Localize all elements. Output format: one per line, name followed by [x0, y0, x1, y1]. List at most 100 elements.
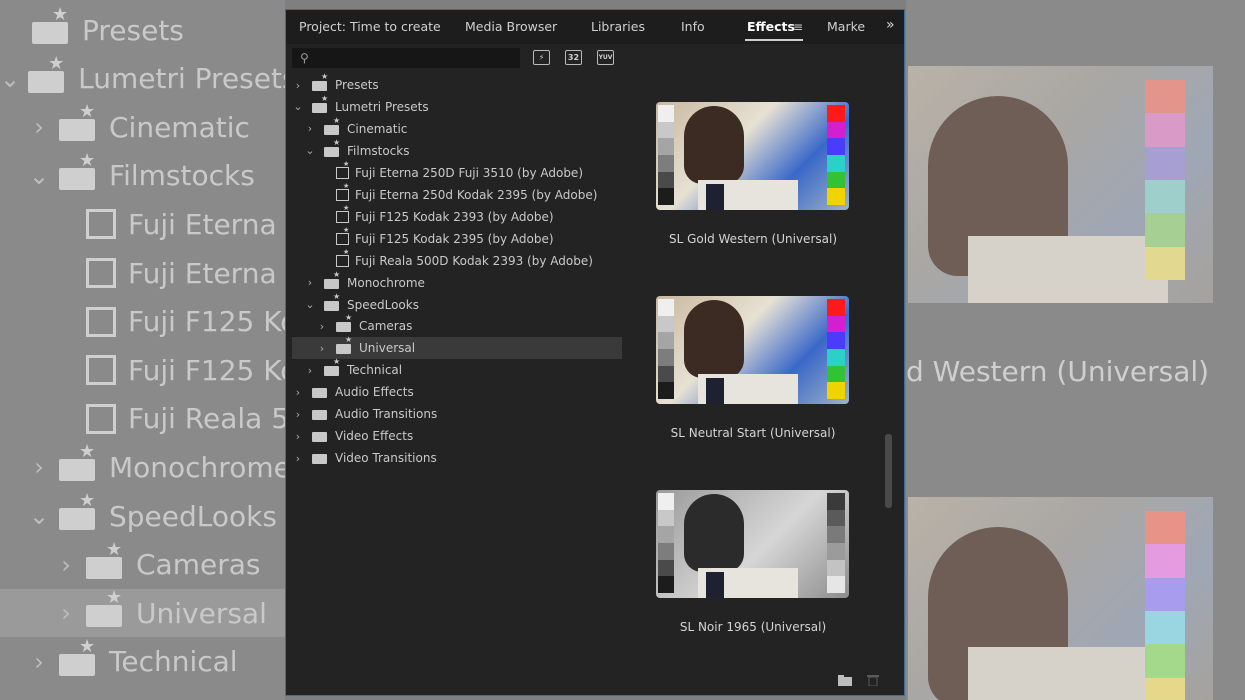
- tree-item[interactable]: › Technical: [292, 357, 622, 381]
- color-chart: [827, 493, 845, 594]
- chevron-down-icon[interactable]: ⌄: [304, 144, 316, 157]
- chevron-right-icon: ›: [61, 599, 71, 628]
- folder-icon: [86, 539, 124, 579]
- tab-libraries[interactable]: Libraries: [591, 19, 645, 34]
- tab-effects[interactable]: Effects: [747, 19, 795, 34]
- tree-item[interactable]: › Video Effects: [292, 425, 622, 447]
- search-toolbar: ⚲ ⚡ 32 YUV: [286, 44, 904, 72]
- chevron-right-icon[interactable]: ›: [292, 386, 304, 399]
- tree-item[interactable]: › Presets: [292, 72, 622, 96]
- tree-item-label: Video Transitions: [335, 451, 437, 466]
- tree-item[interactable]: › Universal: [292, 335, 622, 360]
- tree-item[interactable]: › Audio Transitions: [292, 403, 622, 425]
- tab-media-browser[interactable]: Media Browser: [465, 19, 557, 34]
- 32bit-effects-button[interactable]: 32: [565, 50, 582, 65]
- folder-icon: [59, 441, 97, 482]
- preset-folder-icon: [324, 116, 341, 135]
- thumbnail-figure: [684, 300, 744, 378]
- delete-icon[interactable]: [866, 675, 880, 686]
- tree-item[interactable]: › Cameras: [292, 313, 622, 337]
- background-tree-label: Universal: [136, 596, 267, 630]
- folder-icon: [312, 386, 329, 399]
- preview-scrollbar[interactable]: [885, 434, 892, 508]
- tree-item[interactable]: › Audio Effects: [292, 381, 622, 403]
- chevron-right-icon[interactable]: ›: [304, 364, 316, 377]
- background-tree-row: Presets: [0, 4, 285, 54]
- preset-folder-icon: [324, 357, 341, 377]
- tree-item-label: Fuji F125 Kodak 2395 (by Adobe): [355, 231, 554, 246]
- active-tab-indicator: [745, 39, 803, 41]
- chevron-down-icon[interactable]: ⌄: [292, 100, 304, 113]
- tree-item-label: Cinematic: [347, 121, 408, 136]
- preset-icon: [336, 160, 349, 179]
- folder-icon: [312, 430, 329, 443]
- search-input[interactable]: ⚲: [292, 48, 520, 68]
- tree-item-label: Audio Effects: [335, 385, 414, 400]
- background-tree-row: ⌄ Lumetri Presets: [0, 53, 285, 103]
- preset-icon: [86, 403, 116, 434]
- tab-project[interactable]: Project: Time to create: [299, 19, 441, 34]
- tab-markers[interactable]: Marke: [827, 19, 865, 34]
- panel-menu-icon[interactable]: ≡: [793, 20, 803, 34]
- preset-icon: [336, 248, 349, 267]
- preset-folder-icon: [312, 72, 329, 91]
- tree-item[interactable]: ⌄ Filmstocks: [292, 138, 622, 162]
- chevron-right-icon[interactable]: ›: [292, 452, 304, 465]
- tree-item[interactable]: ⌄ Lumetri Presets: [292, 94, 622, 118]
- grayscale-chart: [658, 493, 674, 594]
- background-tree-label: Presets: [82, 13, 184, 47]
- background-tree-label: Fuji F125 Ko: [128, 305, 285, 339]
- chevron-right-icon[interactable]: ›: [292, 408, 304, 421]
- folder-icon: [59, 150, 97, 190]
- chevron-right-icon: ›: [34, 453, 44, 482]
- tree-item-label: Video Effects: [335, 429, 414, 444]
- tree-item[interactable]: Fuji F125 Kodak 2393 (by Adobe): [292, 204, 622, 228]
- background-tree-row: › Monochrome: [0, 441, 285, 491]
- preset-thumbnail[interactable]: [656, 296, 849, 404]
- tree-item[interactable]: Fuji F125 Kodak 2395 (by Adobe): [292, 226, 622, 250]
- background-tree-label: Filmstocks: [109, 159, 255, 193]
- tree-item[interactable]: › Video Transitions: [292, 447, 622, 469]
- tab-info[interactable]: Info: [681, 19, 705, 34]
- chevron-right-icon[interactable]: ›: [304, 122, 316, 135]
- preset-icon: [86, 355, 116, 386]
- preset-caption: SL Noir 1965 (Universal): [679, 620, 827, 634]
- tree-item[interactable]: Fuji Reala 500D Kodak 2393 (by Adobe): [292, 248, 622, 272]
- preset-icon: [86, 258, 116, 288]
- color-chart: [827, 299, 845, 400]
- new-bin-icon[interactable]: [838, 675, 852, 686]
- chevron-right-icon[interactable]: ›: [316, 320, 328, 333]
- preset-thumbnail[interactable]: [656, 490, 849, 598]
- tree-item[interactable]: › Cinematic: [292, 116, 622, 140]
- chevron-down-icon: ⌄: [28, 161, 50, 190]
- chevron-right-icon[interactable]: ›: [292, 79, 304, 92]
- tree-item-label: Fuji Reala 500D Kodak 2393 (by Adobe): [355, 253, 593, 268]
- background-tree-row: › Universal: [0, 587, 285, 638]
- grayscale-chart: [658, 105, 674, 206]
- background-caption: d Western (Universal): [906, 355, 1210, 388]
- tree-item[interactable]: Fuji Eterna 250D Fuji 3510 (by Adobe): [292, 160, 622, 184]
- background-thumbnail: [908, 497, 1213, 700]
- folder-icon: [28, 53, 66, 93]
- background-tree-row: ⌄ SpeedLooks: [0, 490, 285, 540]
- tree-item[interactable]: ⌄ SpeedLooks: [292, 292, 622, 316]
- chevron-right-icon[interactable]: ›: [304, 276, 316, 289]
- yuv-effects-button[interactable]: YUV: [597, 50, 614, 65]
- tree-item-label: Monochrome: [347, 275, 425, 290]
- tree-item-label: Universal: [359, 341, 416, 356]
- chevron-right-icon[interactable]: ›: [316, 342, 328, 355]
- preset-thumbnail[interactable]: [656, 102, 849, 210]
- chevron-right-icon[interactable]: ›: [292, 430, 304, 443]
- tree-item-label: Fuji F125 Kodak 2393 (by Adobe): [355, 209, 554, 224]
- background-preview-zoom: d Western (Universal): [906, 0, 1245, 700]
- thumbnail-figure: [684, 494, 744, 572]
- preset-folder-icon: [312, 94, 329, 113]
- folder-icon: [312, 408, 329, 421]
- folder-icon: [312, 452, 329, 465]
- accelerated-effects-button[interactable]: ⚡: [533, 50, 550, 65]
- search-icon: ⚲: [300, 51, 309, 65]
- tree-item[interactable]: Fuji Eterna 250d Kodak 2395 (by Adobe): [292, 182, 622, 206]
- tab-overflow-icon[interactable]: »: [886, 17, 895, 33]
- chevron-down-icon[interactable]: ⌄: [304, 298, 316, 311]
- tree-item[interactable]: › Monochrome: [292, 270, 622, 294]
